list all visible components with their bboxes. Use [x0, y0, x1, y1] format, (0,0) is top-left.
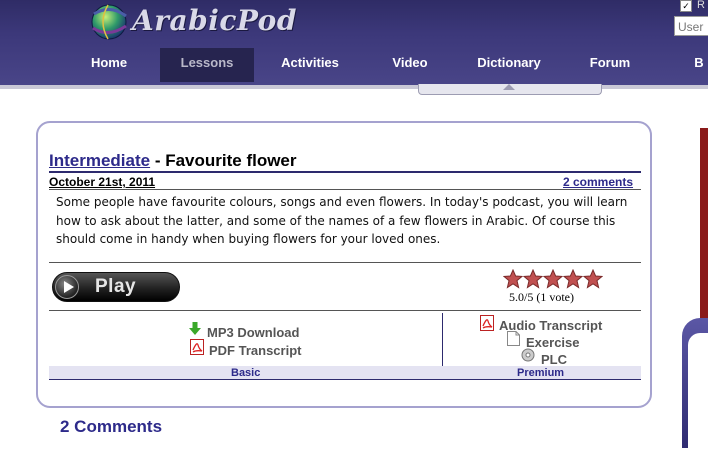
comments-heading: 2 Comments — [60, 417, 163, 436]
star-icon[interactable] — [583, 269, 603, 289]
rating-text: 5.0/5 (1 vote) — [509, 290, 574, 304]
pdf-icon — [190, 339, 204, 355]
pdf-icon — [480, 315, 494, 331]
download-tiers-bar: Basic Premium — [49, 366, 641, 380]
lesson-title: Intermediate - Favourite flower — [49, 151, 641, 173]
star-icon[interactable] — [543, 269, 563, 289]
side-panel-inner — [688, 333, 708, 453]
remember-label: R — [697, 0, 705, 11]
username-input[interactable]: User — [674, 16, 708, 36]
star-icon[interactable] — [503, 269, 523, 289]
main-nav: Home Lessons Activities Video Dictionary… — [0, 48, 708, 85]
title-separator: - — [150, 151, 166, 170]
lesson-date: October 21st, 2011 — [49, 175, 156, 189]
caret-up-icon — [503, 84, 515, 90]
remember-checkbox[interactable]: ✓ — [680, 0, 692, 12]
level-link[interactable]: Intermediate — [49, 151, 150, 170]
logo-text: ArabicPod — [132, 4, 297, 37]
plc-link[interactable]: PLC — [541, 352, 567, 367]
star-icon[interactable] — [563, 269, 583, 289]
nav-truncated[interactable]: B — [690, 48, 708, 82]
disc-icon — [521, 348, 535, 362]
play-icon — [55, 275, 79, 299]
mp3-download-link[interactable]: MP3 Download — [207, 325, 299, 340]
nav-video[interactable]: Video — [380, 48, 440, 82]
nav-home[interactable]: Home — [72, 48, 146, 82]
description-divider — [49, 262, 641, 263]
nav-activities[interactable]: Activities — [270, 48, 350, 82]
side-ad-strip — [700, 128, 708, 328]
date-divider — [49, 189, 641, 190]
play-label: Play — [95, 276, 137, 297]
nav-forum[interactable]: Forum — [580, 48, 640, 82]
basic-label: Basic — [231, 367, 261, 379]
pdf-transcript-link[interactable]: PDF Transcript — [209, 343, 301, 358]
play-button[interactable]: Play — [52, 272, 180, 302]
premium-label[interactable]: Premium — [517, 367, 564, 379]
document-icon — [507, 331, 520, 346]
green-arrow-down-icon — [189, 322, 201, 335]
lesson-name: Favourite flower — [165, 151, 297, 170]
lesson-description: Some people have favourite colours, song… — [56, 195, 628, 246]
nav-lessons[interactable]: Lessons — [160, 48, 254, 82]
nav-dictionary[interactable]: Dictionary — [466, 48, 552, 82]
star-icon[interactable] — [523, 269, 543, 289]
downloads-divider — [49, 310, 641, 311]
comments-link[interactable]: 2 comments — [563, 175, 633, 189]
globe-icon — [91, 4, 127, 40]
